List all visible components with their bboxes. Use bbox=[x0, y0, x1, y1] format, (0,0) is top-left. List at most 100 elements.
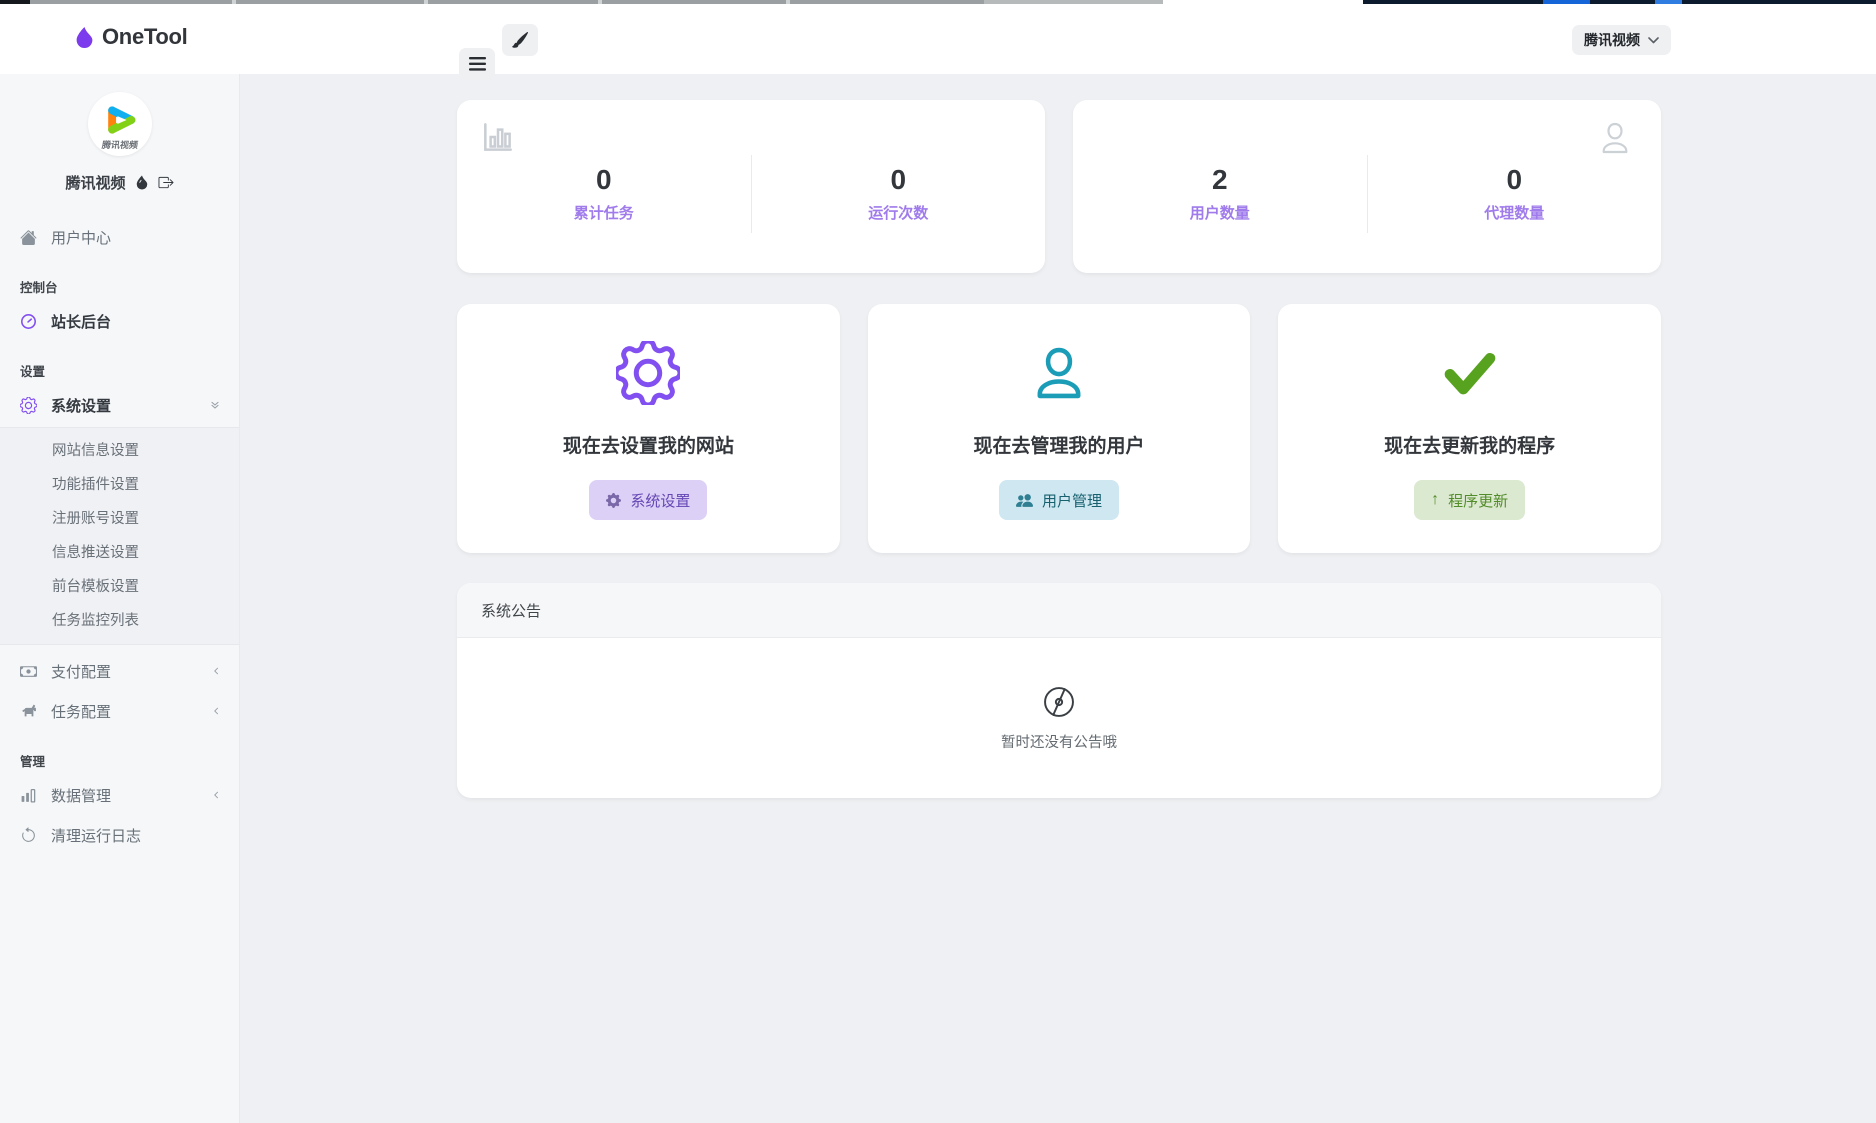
sidebar-item-label: 用户中心 bbox=[51, 227, 111, 248]
brand-name: OneTool bbox=[102, 24, 187, 50]
page: OneTool 腾讯视频 bbox=[0, 0, 1876, 1123]
chevron-left-icon bbox=[211, 706, 221, 716]
droplet-flame-icon bbox=[74, 27, 95, 48]
stat-label: 运行次数 bbox=[752, 202, 1046, 223]
workspace-dropdown[interactable]: 腾讯视频 bbox=[1572, 25, 1671, 55]
announcement-panel: 系统公告 暂时还没有公告哦 bbox=[457, 583, 1661, 798]
sidebar-item-user-center[interactable]: 用户中心 bbox=[0, 217, 239, 257]
refresh-icon bbox=[20, 827, 37, 844]
user-management-button[interactable]: 用户管理 bbox=[999, 480, 1119, 520]
announcement-empty-state: 暂时还没有公告哦 bbox=[457, 638, 1661, 797]
gear-icon bbox=[616, 341, 680, 405]
droplet-icon[interactable] bbox=[135, 175, 149, 190]
action-title: 现在去设置我的网站 bbox=[563, 431, 734, 458]
brand: OneTool bbox=[74, 24, 187, 50]
announcement-header: 系统公告 bbox=[457, 583, 1661, 638]
sidebar-item-label: 任务配置 bbox=[51, 701, 111, 722]
arrow-up-icon: ↑ bbox=[1431, 491, 1439, 509]
sidebar-subitem-task-monitor[interactable]: 任务监控列表 bbox=[0, 604, 239, 638]
action-title: 现在去管理我的用户 bbox=[974, 431, 1145, 458]
button-label: 系统设置 bbox=[630, 490, 690, 511]
chevron-left-icon bbox=[211, 666, 221, 676]
sidebar-item-label: 清理运行日志 bbox=[51, 825, 141, 846]
action-title: 现在去更新我的程序 bbox=[1384, 431, 1555, 458]
bar-chart-icon bbox=[479, 118, 517, 156]
stat-value: 2 bbox=[1073, 164, 1367, 196]
stat-label: 代理数量 bbox=[1368, 202, 1662, 223]
sidebar-item-system-settings[interactable]: 系统设置 bbox=[0, 385, 239, 425]
button-label: 用户管理 bbox=[1042, 490, 1102, 511]
brush-icon bbox=[512, 32, 528, 48]
person-icon bbox=[1595, 118, 1635, 158]
announcement-empty-text: 暂时还没有公告哦 bbox=[1001, 731, 1117, 752]
workspace-dropdown-label: 腾讯视频 bbox=[1584, 30, 1640, 50]
stat-agent-count: 0 代理数量 bbox=[1368, 164, 1662, 223]
chevron-double-down-icon bbox=[209, 399, 221, 411]
sidebar-menu: 用户中心 控制台 站长后台 设置 系统设置 网站信息设置 bbox=[0, 217, 239, 855]
topbar: OneTool 腾讯视频 bbox=[0, 4, 1876, 74]
stat-columns: 0 累计任务 0 运行次数 bbox=[457, 155, 1045, 233]
sidebar-item-data-management[interactable]: 数据管理 bbox=[0, 775, 239, 815]
stat-user-count: 2 用户数量 bbox=[1073, 164, 1367, 223]
hamburger-icon bbox=[469, 57, 486, 71]
avatar-caption: 腾讯视频 bbox=[88, 138, 152, 151]
user-stats-card: 2 用户数量 0 代理数量 bbox=[1073, 100, 1661, 273]
sidebar-subitem-register[interactable]: 注册账号设置 bbox=[0, 502, 239, 536]
people-icon bbox=[1016, 492, 1033, 509]
site-row: 腾讯视频 bbox=[0, 172, 239, 193]
setup-site-card: 现在去设置我的网站 系统设置 bbox=[457, 304, 840, 553]
sidebar-item-task-config[interactable]: 任务配置 bbox=[0, 691, 239, 731]
stat-value: 0 bbox=[457, 164, 751, 196]
program-update-button[interactable]: ↑ 程序更新 bbox=[1414, 480, 1525, 520]
site-name: 腾讯视频 bbox=[65, 172, 125, 193]
stat-run-count: 0 运行次数 bbox=[752, 164, 1046, 223]
stat-value: 0 bbox=[752, 164, 1046, 196]
tencent-video-logo-icon bbox=[99, 99, 141, 141]
speedometer-icon bbox=[20, 313, 37, 330]
system-settings-submenu: 网站信息设置 功能插件设置 注册账号设置 信息推送设置 前台模板设置 任务监控列… bbox=[0, 427, 239, 645]
chevron-down-icon bbox=[1648, 37, 1659, 44]
announcement-title: 系统公告 bbox=[481, 600, 541, 621]
task-stats-card: 0 累计任务 0 运行次数 bbox=[457, 100, 1045, 273]
disc-slash-icon bbox=[1041, 684, 1077, 720]
sidebar-item-payment-config[interactable]: 支付配置 bbox=[0, 651, 239, 691]
system-settings-button[interactable]: 系统设置 bbox=[589, 480, 707, 520]
sidebar-subitem-push[interactable]: 信息推送设置 bbox=[0, 536, 239, 570]
avatar[interactable]: 腾讯视频 bbox=[88, 92, 152, 156]
button-label: 程序更新 bbox=[1448, 490, 1508, 511]
chevron-left-icon bbox=[211, 790, 221, 800]
gear-icon bbox=[606, 493, 621, 508]
house-icon bbox=[20, 229, 37, 246]
gear-icon bbox=[20, 397, 37, 414]
sidebar: 腾讯视频 腾讯视频 用户中心 控制台 站长后 bbox=[0, 74, 240, 1123]
sidebar-section-management: 管理 bbox=[0, 749, 239, 775]
theme-button[interactable] bbox=[502, 24, 538, 56]
stats-row: 0 累计任务 0 运行次数 2 用户数量 bbox=[457, 100, 1661, 273]
sidebar-section-console: 控制台 bbox=[0, 275, 239, 301]
check-icon bbox=[1438, 341, 1502, 405]
sidebar-item-label: 系统设置 bbox=[51, 395, 111, 416]
stat-total-tasks: 0 累计任务 bbox=[457, 164, 751, 223]
update-program-card: 现在去更新我的程序 ↑ 程序更新 bbox=[1278, 304, 1661, 553]
sidebar-item-label: 数据管理 bbox=[51, 785, 111, 806]
sidebar-item-clear-logs[interactable]: 清理运行日志 bbox=[0, 815, 239, 855]
sidebar-subitem-site-info[interactable]: 网站信息设置 bbox=[0, 434, 239, 468]
sidebar-item-admin-dashboard[interactable]: 站长后台 bbox=[0, 301, 239, 341]
sidebar-section-settings: 设置 bbox=[0, 359, 239, 385]
logout-icon[interactable] bbox=[158, 175, 174, 190]
main-content: 0 累计任务 0 运行次数 2 用户数量 bbox=[240, 74, 1876, 1123]
sidebar-item-label: 支付配置 bbox=[51, 661, 111, 682]
stat-label: 用户数量 bbox=[1073, 202, 1367, 223]
sidebar-item-label: 站长后台 bbox=[51, 311, 111, 332]
bar-chart-icon bbox=[20, 787, 37, 804]
person-icon bbox=[1027, 341, 1091, 405]
dog-icon bbox=[20, 703, 37, 720]
stat-label: 累计任务 bbox=[457, 202, 751, 223]
manage-users-card: 现在去管理我的用户 用户管理 bbox=[868, 304, 1251, 553]
stat-value: 0 bbox=[1368, 164, 1662, 196]
actions-row: 现在去设置我的网站 系统设置 现在去管理我的用户 用户管理 bbox=[457, 304, 1661, 553]
sidebar-subitem-template[interactable]: 前台模板设置 bbox=[0, 570, 239, 604]
cash-icon bbox=[20, 663, 37, 680]
stat-columns: 2 用户数量 0 代理数量 bbox=[1073, 155, 1661, 233]
sidebar-subitem-plugins[interactable]: 功能插件设置 bbox=[0, 468, 239, 502]
